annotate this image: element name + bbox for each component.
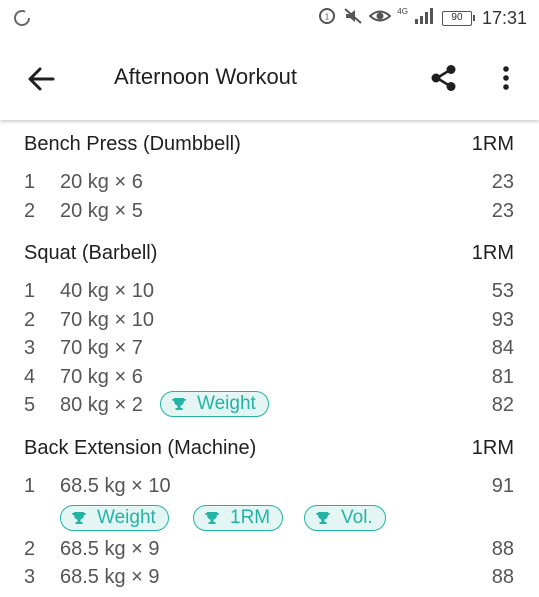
- exercise-metric-label: 1RM: [471, 437, 514, 459]
- trophy-icon: [72, 512, 86, 524]
- page-title: Afternoon Workout: [114, 64, 298, 89]
- set-row: 4 70 kg × 6 81: [24, 363, 514, 391]
- set-description: 20 kg × 5: [60, 200, 143, 222]
- trophy-icon: [172, 398, 186, 410]
- mute-icon: [343, 6, 363, 31]
- badge-label: 1RM: [230, 507, 271, 528]
- eye-icon: [368, 6, 392, 31]
- battery-icon: 90: [441, 10, 475, 26]
- set-row: 1 68.5 kg × 10 91: [24, 472, 514, 500]
- record-badge[interactable]: Weight: [160, 391, 269, 417]
- hotspot-icon: 1: [317, 6, 337, 31]
- signal-icon: [414, 6, 436, 31]
- set-description: 80 kg × 2: [60, 394, 143, 416]
- set-1rm-value: 88: [491, 566, 514, 588]
- set-number: 3: [24, 337, 36, 359]
- set-1rm-value: 91: [491, 475, 514, 497]
- badge-label: Weight: [197, 393, 256, 414]
- status-bar: 1 4G 90 17:31: [0, 0, 539, 36]
- more-vert-icon: [503, 66, 509, 90]
- set-description: 20 kg × 6: [60, 171, 143, 193]
- set-1rm-value: 23: [491, 171, 514, 193]
- set-number: 3: [24, 566, 36, 588]
- badge-label: Vol.: [341, 507, 373, 528]
- exercise-name: Squat (Barbell): [24, 242, 158, 264]
- exercise-name: Bench Press (Dumbbell): [24, 133, 241, 155]
- set-description: 70 kg × 6: [60, 366, 143, 388]
- set-description: 68.5 kg × 9: [60, 538, 160, 560]
- set-number: 4: [24, 366, 36, 388]
- exercise-header[interactable]: Squat (Barbell) 1RM: [24, 235, 514, 265]
- record-badge[interactable]: 1RM: [193, 505, 284, 531]
- share-button[interactable]: [423, 58, 463, 98]
- svg-text:1: 1: [325, 12, 330, 21]
- set-row: 2 20 kg × 5 23: [24, 197, 514, 225]
- badge-label: Weight: [97, 507, 156, 528]
- trophy-icon: [205, 512, 219, 524]
- exercise-metric-label: 1RM: [471, 133, 514, 155]
- arrow-left-icon: [28, 67, 55, 91]
- set-row: 5 80 kg × 2 Weight 82: [24, 391, 514, 419]
- set-number: 1: [24, 280, 36, 302]
- network-type: 4G: [397, 7, 408, 16]
- set-row: 1 20 kg × 6 23: [24, 168, 514, 196]
- trophy-icon: [316, 512, 330, 524]
- set-number: 5: [24, 394, 36, 416]
- record-badge[interactable]: Weight: [60, 505, 169, 531]
- set-number: 2: [24, 538, 36, 560]
- set-1rm-value: 84: [491, 337, 514, 359]
- status-time: 17:31: [481, 7, 527, 28]
- set-1rm-value: 88: [491, 538, 514, 560]
- set-1rm-value: 82: [491, 394, 514, 416]
- set-description: 68.5 kg × 10: [60, 475, 171, 497]
- exercise-metric-label: 1RM: [471, 242, 514, 264]
- set-row: 1 40 kg × 10 53: [24, 277, 514, 305]
- set-1rm-value: 53: [491, 280, 514, 302]
- exercise-header[interactable]: Back Extension (Machine) 1RM: [24, 430, 514, 460]
- set-row: 3 68.5 kg × 9 88: [24, 563, 514, 591]
- record-badge[interactable]: Vol.: [304, 505, 386, 531]
- set-row: 3 70 kg × 7 84: [24, 334, 514, 362]
- back-button[interactable]: [22, 60, 60, 98]
- set-1rm-value: 93: [491, 309, 514, 331]
- set-number: 1: [24, 171, 36, 193]
- exercise-header[interactable]: Bench Press (Dumbbell) 1RM: [24, 126, 514, 156]
- loading-circle-icon: [12, 8, 32, 28]
- status-icons: 1 4G 90 17:31: [317, 6, 527, 30]
- set-1rm-value: 23: [491, 200, 514, 222]
- set-row: 2 68.5 kg × 9 88: [24, 535, 514, 563]
- set-1rm-value: 81: [491, 366, 514, 388]
- set-number: 2: [24, 200, 36, 222]
- share-icon: [431, 65, 456, 91]
- app-toolbar: Afternoon Workout: [0, 36, 539, 120]
- set-description: 40 kg × 10: [60, 280, 154, 302]
- set-description: 70 kg × 10: [60, 309, 154, 331]
- set-description: 68.5 kg × 9: [60, 566, 160, 588]
- set-row: 2 70 kg × 10 93: [24, 306, 514, 334]
- badge-row: Weight 1RM Vol.: [24, 505, 514, 533]
- set-number: 1: [24, 475, 36, 497]
- set-number: 2: [24, 309, 36, 331]
- more-options-button[interactable]: [488, 58, 524, 98]
- set-description: 70 kg × 7: [60, 337, 143, 359]
- exercise-name: Back Extension (Machine): [24, 437, 257, 459]
